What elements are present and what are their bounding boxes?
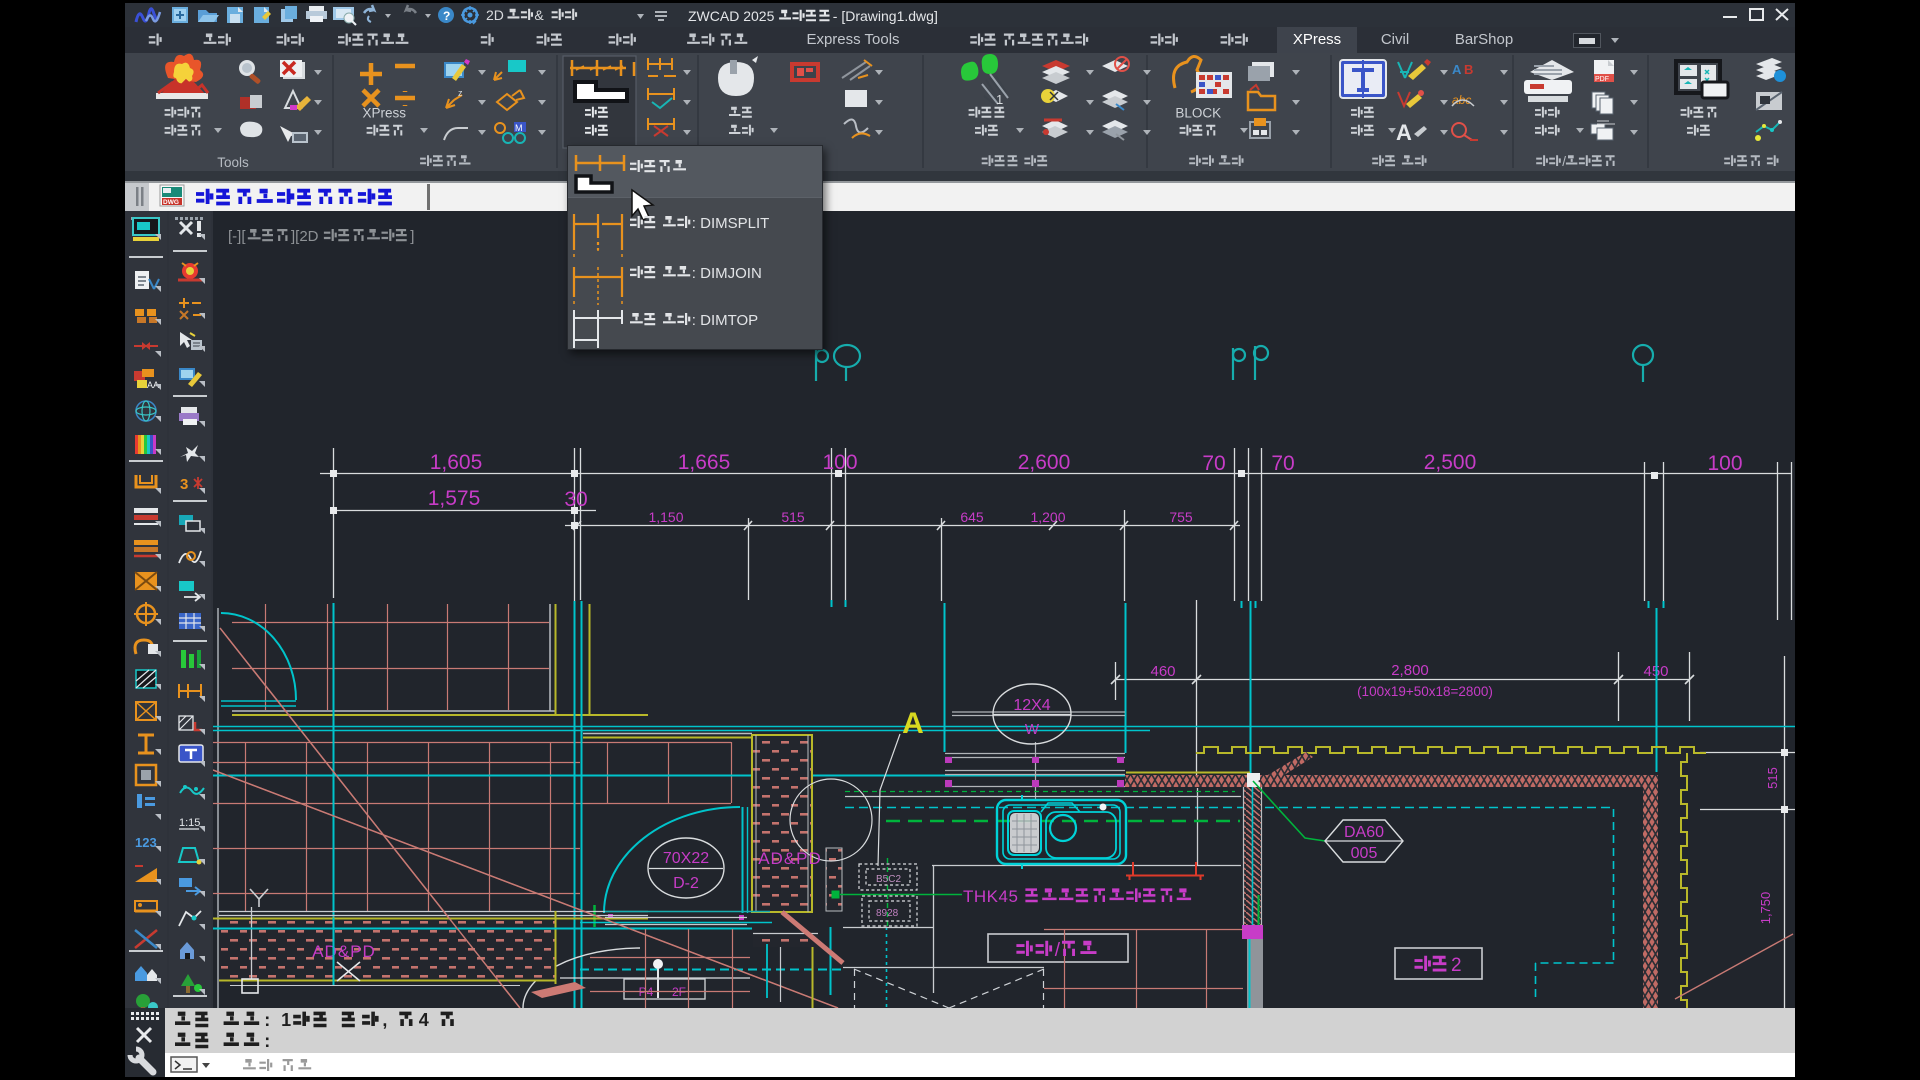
svg-text:460: 460 <box>1150 663 1175 680</box>
svg-text:2,800: 2,800 <box>1391 662 1429 679</box>
svg-text:005: 005 <box>1351 845 1378 862</box>
svg-text:2,600: 2,600 <box>1018 451 1071 474</box>
svg-text:AD&PD: AD&PD <box>312 942 376 961</box>
svg-text:DA60: DA60 <box>1344 824 1384 841</box>
svg-text:1,605: 1,605 <box>430 451 483 474</box>
svg-text:8928: 8928 <box>876 908 899 919</box>
svg-text:1,665: 1,665 <box>678 451 731 474</box>
svg-text:1,200: 1,200 <box>1030 509 1065 525</box>
svg-text:2,500: 2,500 <box>1424 451 1477 474</box>
svg-text:B5C2: B5C2 <box>876 874 901 885</box>
svg-text:1:15: 1:15 <box>179 817 200 829</box>
svg-text:(100x19+50x18=2800): (100x19+50x18=2800) <box>1357 684 1493 699</box>
svg-text:645: 645 <box>960 509 984 525</box>
svg-text:AD&PD: AD&PD <box>758 849 822 868</box>
svg-text:3: 3 <box>180 476 188 493</box>
svg-text:A: A <box>1452 62 1462 77</box>
svg-text:100: 100 <box>822 451 857 474</box>
svg-text:PDF: PDF <box>1595 76 1609 83</box>
svg-text:515: 515 <box>1765 767 1780 789</box>
svg-text:A: A <box>1396 120 1412 145</box>
svg-text:M: M <box>515 123 523 133</box>
svg-text:DWG: DWG <box>163 199 179 206</box>
svg-text:100: 100 <box>1707 452 1742 475</box>
svg-text:1: 1 <box>996 92 1003 107</box>
svg-text:70X22: 70X22 <box>663 850 709 867</box>
svg-text:12X4: 12X4 <box>1013 697 1050 714</box>
svg-text:W: W <box>1025 721 1040 738</box>
svg-text:1,750: 1,750 <box>1758 892 1773 925</box>
svg-text:123: 123 <box>135 835 157 850</box>
svg-text:70: 70 <box>1202 452 1225 475</box>
svg-text:B: B <box>1464 62 1473 77</box>
svg-text:A: A <box>902 707 924 740</box>
svg-text:1,575: 1,575 <box>428 487 481 510</box>
svg-text:?: ? <box>443 9 450 23</box>
svg-text:70: 70 <box>1271 452 1294 475</box>
svg-text:755: 755 <box>1169 509 1193 525</box>
svg-text:z: z <box>458 88 463 98</box>
svg-text:515: 515 <box>781 509 805 525</box>
svg-text:30: 30 <box>564 488 587 511</box>
svg-text:D-2: D-2 <box>673 875 699 892</box>
svg-text:1,150: 1,150 <box>648 509 683 525</box>
